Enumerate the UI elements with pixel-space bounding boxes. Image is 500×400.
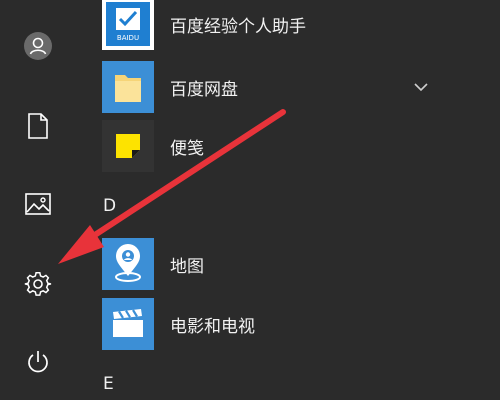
app-item-baidu-netdisk[interactable]: 百度网盘: [102, 59, 492, 115]
user-avatar-icon: [24, 32, 52, 60]
picture-icon: [25, 193, 51, 215]
section-letter-d[interactable]: D: [103, 196, 116, 216]
app-item-baidu-jingyan[interactable]: BAIDU 百度经验个人助手: [102, 0, 492, 52]
gear-icon: [24, 272, 52, 296]
document-icon: [28, 113, 48, 139]
documents-button[interactable]: [14, 102, 62, 150]
start-sidebar: [0, 0, 78, 400]
app-label: 百度经验个人助手: [170, 16, 306, 37]
app-item-movies-tv[interactable]: 电影和电视: [102, 296, 492, 352]
app-label: 百度网盘: [170, 79, 238, 100]
app-list: BAIDU 百度经验个人助手 百度网盘 便笺 D 地图 电影和电视 E: [78, 0, 500, 400]
svg-text:BAIDU: BAIDU: [117, 34, 139, 42]
app-item-maps[interactable]: 地图: [102, 236, 492, 292]
user-account-button[interactable]: [14, 22, 62, 70]
maps-pin-icon: [102, 238, 154, 290]
app-label: 地图: [170, 256, 204, 277]
power-button[interactable]: [14, 338, 62, 386]
chevron-down-icon[interactable]: [412, 78, 430, 96]
folder-icon: [102, 61, 154, 113]
baidu-jingyan-icon: BAIDU: [102, 0, 154, 50]
film-clapper-icon: [102, 298, 154, 350]
section-letter-e[interactable]: E: [103, 374, 114, 394]
pictures-button[interactable]: [14, 180, 62, 228]
settings-button[interactable]: [14, 260, 62, 308]
app-label: 便笺: [170, 138, 204, 159]
app-label: 电影和电视: [170, 316, 255, 337]
power-icon: [28, 351, 48, 373]
sticky-note-icon: [102, 120, 154, 172]
app-item-sticky-notes[interactable]: 便笺: [102, 118, 492, 174]
